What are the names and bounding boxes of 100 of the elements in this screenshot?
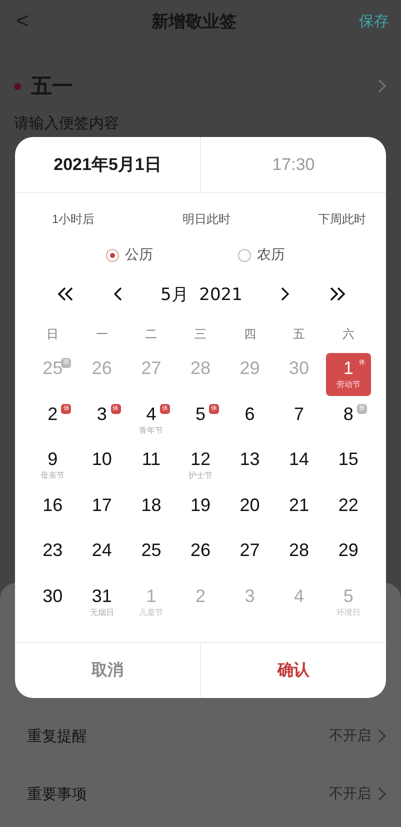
- category-dot: [14, 82, 21, 90]
- chevron-right-icon: [280, 287, 290, 301]
- day-number: 25: [42, 357, 63, 379]
- day-number: 9: [48, 448, 58, 470]
- day-cell[interactable]: 27: [227, 535, 272, 578]
- holiday-label: 护士节: [188, 470, 212, 481]
- day-number: 20: [240, 494, 260, 516]
- calendar-radio[interactable]: 公历: [106, 246, 153, 264]
- quick-time-button[interactable]: 明日此时: [182, 211, 230, 228]
- day-cell[interactable]: 16: [30, 490, 76, 532]
- day-cell[interactable]: 28: [276, 535, 322, 578]
- day-number: 2: [48, 402, 58, 424]
- day-cell[interactable]: 21: [276, 490, 322, 532]
- holiday-label: 无烟日: [90, 606, 114, 618]
- day-number: 4: [146, 402, 156, 424]
- prev-year-button[interactable]: [57, 287, 75, 301]
- day-cell[interactable]: 30: [30, 580, 76, 624]
- day-number: 22: [338, 494, 358, 516]
- day-cell[interactable]: 17: [79, 490, 125, 532]
- day-number: 2: [195, 584, 206, 606]
- day-cell[interactable]: 20: [227, 490, 272, 532]
- chevron-right-icon: [377, 787, 387, 801]
- day-number: 29: [338, 539, 358, 561]
- day-number: 21: [289, 494, 310, 516]
- month-label: 5月 2021: [160, 284, 242, 306]
- day-number: 14: [289, 448, 310, 470]
- day-number: 27: [141, 357, 162, 379]
- day-cell[interactable]: 23: [30, 535, 76, 578]
- holiday-label: 环境日: [336, 606, 360, 618]
- day-cell[interactable]: 9 母亲节: [30, 444, 76, 487]
- setting-label: 重要事项: [27, 784, 88, 804]
- next-year-button[interactable]: [328, 287, 346, 301]
- day-cell[interactable]: 24: [79, 535, 125, 578]
- weekday-label: 五: [292, 326, 306, 343]
- weekday-label: 三: [193, 326, 208, 343]
- day-cell[interactable]: 19: [178, 490, 224, 532]
- day-number: 23: [42, 539, 63, 561]
- chevron-right-icon: [377, 79, 387, 93]
- day-number: 12: [190, 448, 210, 470]
- day-number: 4: [294, 584, 304, 606]
- day-cell[interactable]: 7: [276, 398, 322, 442]
- day-number: 5: [195, 402, 206, 424]
- day-number: 26: [92, 357, 112, 379]
- chevron-left-icon: [112, 287, 123, 301]
- day-cell[interactable]: 31 无烟日: [79, 580, 125, 624]
- prev-month-button[interactable]: [112, 287, 123, 301]
- day-cell[interactable]: 11: [128, 444, 174, 487]
- day-number: 24: [92, 539, 112, 561]
- weekday-label: 二: [144, 326, 158, 343]
- day-cell[interactable]: 12 护士节: [178, 444, 224, 487]
- day-number: 6: [244, 402, 255, 424]
- weekday-label: 日: [46, 326, 60, 343]
- day-number: 1: [146, 584, 156, 606]
- day-cell[interactable]: 15: [326, 444, 371, 487]
- day-number: 30: [289, 357, 310, 379]
- day-number: 26: [190, 539, 210, 561]
- calendar-radio[interactable]: 农历: [238, 246, 285, 264]
- next-month-button[interactable]: [280, 287, 290, 301]
- day-cell[interactable]: 6: [227, 398, 272, 442]
- day-number: 3: [96, 402, 107, 424]
- quick-time-button[interactable]: 1小时后: [52, 211, 95, 228]
- day-number: 28: [190, 357, 210, 379]
- date-tab[interactable]: 2021年5月1日: [15, 137, 200, 192]
- day-cell[interactable]: 22: [326, 490, 371, 532]
- day-number: 13: [240, 448, 260, 470]
- day-number: 25: [141, 539, 162, 561]
- day-cell[interactable]: 13: [227, 444, 272, 487]
- day-number: 11: [142, 448, 161, 470]
- day-cell[interactable]: 18: [128, 490, 174, 532]
- setting-label: 重复提醒: [27, 726, 88, 746]
- day-cell[interactable]: 10: [79, 444, 125, 487]
- day-number: 1: [343, 357, 354, 379]
- day-number: 15: [338, 448, 358, 470]
- day-number: 30: [42, 584, 63, 606]
- holiday-label: 青年节: [139, 424, 164, 436]
- day-number: 19: [190, 494, 210, 516]
- holiday-label: 母亲节: [40, 470, 65, 481]
- day-number: 10: [92, 448, 112, 470]
- day-cell[interactable]: 14: [276, 444, 322, 487]
- day-number: 16: [42, 494, 63, 516]
- day-number: 17: [92, 494, 112, 516]
- quick-time-button[interactable]: 下周此时: [318, 211, 366, 228]
- day-cell[interactable]: 29: [326, 535, 371, 578]
- double-right-icon: [328, 287, 346, 301]
- weekday-label: 一: [94, 326, 109, 343]
- confirm-button[interactable]: 确认: [200, 643, 386, 698]
- day-number: 27: [240, 539, 260, 561]
- day-number: 28: [289, 539, 310, 561]
- weekday-label: 四: [242, 326, 257, 343]
- day-number: 7: [294, 402, 304, 424]
- holiday-label: 儿童节: [139, 606, 164, 618]
- day-number: 29: [240, 357, 260, 379]
- day-number: 18: [141, 494, 162, 516]
- day-cell[interactable]: 26: [178, 535, 224, 578]
- chevron-right-icon: [377, 729, 387, 743]
- day-number: 5: [343, 584, 354, 606]
- holiday-label: 劳动节: [336, 379, 360, 390]
- day-number: 31: [92, 584, 112, 606]
- day-cell[interactable]: 25: [128, 535, 174, 578]
- double-left-icon: [57, 287, 75, 301]
